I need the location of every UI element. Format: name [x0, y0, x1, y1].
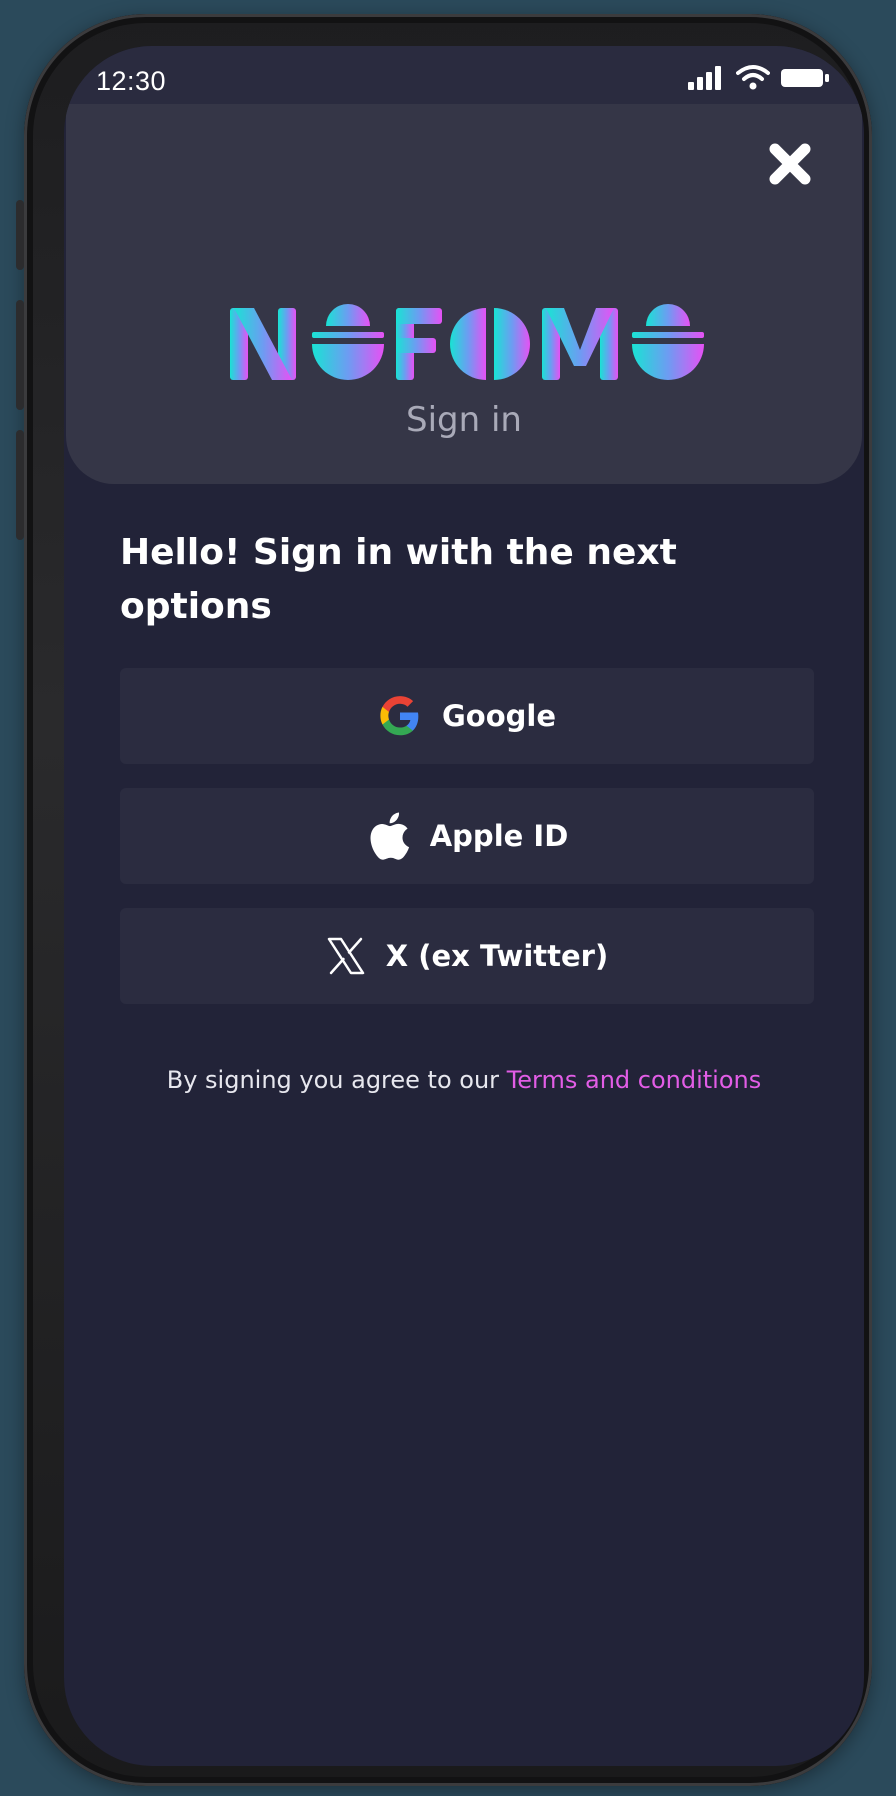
phone-side-button-volume-up [16, 300, 24, 410]
terms-prefix: By signing you agree to our [166, 1066, 500, 1094]
apple-label: Apple ID [429, 819, 569, 853]
greeting-text: Hello! Sign in with the next options [120, 532, 677, 627]
signal-icon [688, 66, 721, 90]
x-twitter-icon [327, 937, 365, 975]
apple-signin-button[interactable]: Apple ID [120, 788, 814, 884]
apple-icon [370, 812, 409, 860]
status-icons [688, 64, 830, 90]
status-bar: 12:30 [64, 46, 864, 104]
app-screen: 12:30 Sign in Hello! Sign in with the ne… [64, 46, 864, 1766]
close-button[interactable] [760, 134, 820, 194]
wifi-icon [736, 65, 770, 90]
terms-text: By signing you agree to our Terms and co… [64, 1066, 864, 1094]
terms-link[interactable]: Terms and conditions [507, 1066, 762, 1094]
google-signin-button[interactable]: Google [120, 668, 814, 764]
x-twitter-label: X (ex Twitter) [385, 939, 609, 973]
x-twitter-signin-button[interactable]: X (ex Twitter) [120, 908, 814, 1004]
status-time: 12:30 [96, 66, 167, 96]
google-icon [380, 696, 419, 736]
header-subtitle: Sign in [406, 400, 522, 440]
battery-icon [781, 69, 829, 87]
close-icon [769, 143, 811, 185]
nofomo-logo [230, 304, 704, 380]
google-label: Google [441, 699, 557, 733]
phone-side-button-volume-down [16, 430, 24, 540]
header-card: Sign in [66, 104, 862, 484]
phone-side-button-silent [16, 200, 24, 270]
